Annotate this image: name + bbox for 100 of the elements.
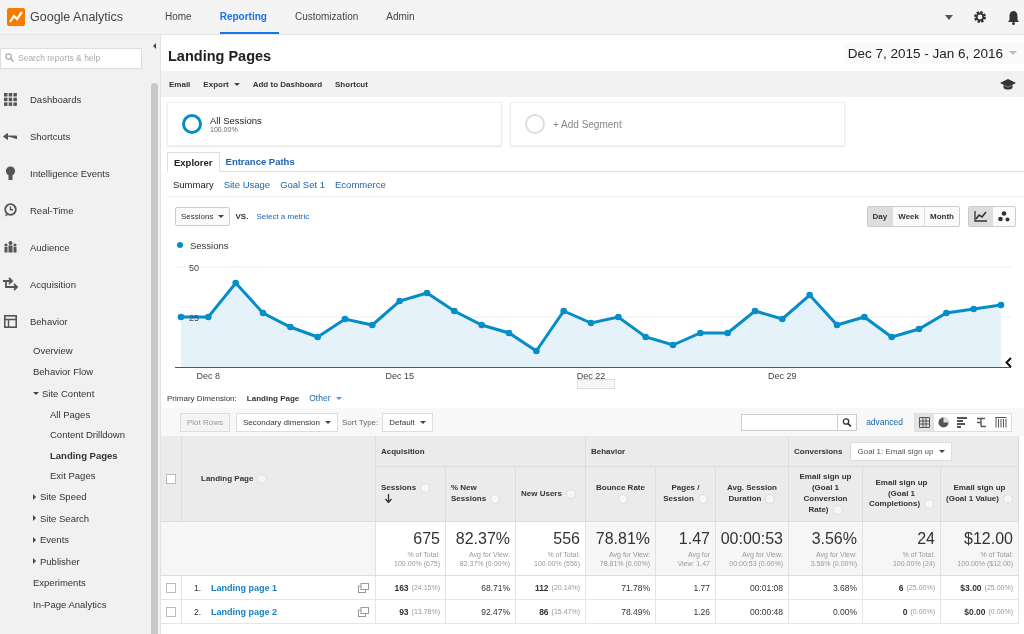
sort-arrow-icon[interactable]: [385, 494, 392, 504]
sidebar-item[interactable]: Content Drilldown: [0, 424, 150, 445]
sidebar-item[interactable]: Behavior Flow: [0, 361, 150, 383]
sidebar-item[interactable]: Audience: [0, 228, 150, 266]
data-point[interactable]: [478, 321, 485, 329]
search-icon[interactable]: [838, 413, 858, 431]
nav-tab[interactable]: Admin: [386, 0, 427, 34]
sidebar-item[interactable]: All Pages: [0, 404, 150, 425]
notifications-icon[interactable]: [1007, 9, 1020, 25]
sidebar-item[interactable]: Intelligence Events: [0, 154, 150, 192]
data-point[interactable]: [205, 313, 212, 321]
popout-icon[interactable]: [358, 606, 369, 617]
data-point[interactable]: [779, 315, 786, 323]
column-header[interactable]: Email sign up (Goal 1 Conversion Rate): [789, 467, 863, 522]
landing-page-link[interactable]: Landing page 1: [211, 582, 278, 593]
data-point[interactable]: [997, 301, 1005, 309]
landing-page-link[interactable]: Landing page 2: [211, 606, 278, 617]
column-header[interactable]: Bounce Rate: [586, 467, 656, 522]
sidebar-item[interactable]: Exit Pages: [0, 465, 150, 486]
segment-card[interactable]: + Add Segment: [510, 102, 845, 146]
data-point[interactable]: [669, 341, 677, 349]
sidebar-item[interactable]: Site Content: [0, 382, 150, 404]
metric-dropdown[interactable]: Sessions: [175, 206, 231, 226]
nav-tab[interactable]: Customization: [294, 0, 371, 34]
sort-type-dropdown[interactable]: Default: [382, 412, 433, 432]
account-caret-icon[interactable]: [945, 14, 953, 20]
sidebar-item[interactable]: Landing Pages: [0, 445, 150, 466]
advanced-link[interactable]: advanced: [866, 417, 903, 427]
collapse-icon[interactable]: [153, 43, 156, 49]
toolbar-action[interactable]: Email: [169, 79, 191, 89]
column-header[interactable]: Email sign up (Goal 1 Completions): [863, 467, 941, 522]
toolbar-action[interactable]: Export: [203, 79, 240, 89]
data-point[interactable]: [943, 309, 950, 317]
data-point[interactable]: [915, 325, 923, 333]
column-header[interactable]: % New Sessions: [446, 467, 516, 522]
data-point[interactable]: [314, 333, 321, 341]
data-point[interactable]: [396, 297, 403, 305]
sidebar-item[interactable]: Real-Time: [0, 191, 150, 229]
table-search-field[interactable]: [741, 413, 839, 431]
data-point[interactable]: [751, 307, 759, 315]
sidebar-item[interactable]: Shortcuts: [0, 117, 150, 155]
data-point[interactable]: [861, 313, 868, 321]
line-chart-button[interactable]: [969, 206, 993, 226]
column-header[interactable]: Email sign up (Goal 1 Value): [941, 467, 1019, 522]
goal-dropdown[interactable]: Goal 1: Email sign up: [850, 441, 952, 461]
explorer-tab[interactable]: Explorer: [167, 152, 220, 172]
data-point[interactable]: [888, 333, 895, 341]
period-button[interactable]: Week: [893, 206, 925, 226]
subtab[interactable]: Ecommerce: [335, 178, 386, 190]
row-checkbox[interactable]: [166, 606, 176, 617]
sidebar-item[interactable]: Dashboards: [0, 80, 150, 118]
data-point[interactable]: [287, 323, 294, 331]
data-point[interactable]: [232, 279, 239, 287]
pie-view-button[interactable]: [934, 413, 953, 431]
column-header[interactable]: Pages / Session: [656, 467, 716, 522]
secondary-dimension-dropdown[interactable]: Secondary dimension: [236, 412, 338, 432]
other-dimension-link[interactable]: Other: [309, 393, 342, 403]
data-point[interactable]: [615, 313, 622, 321]
settings-icon[interactable]: [973, 10, 987, 24]
column-header[interactable]: Avg. Session Duration: [716, 467, 789, 522]
subtab[interactable]: Goal Set 1: [280, 178, 326, 190]
select-all-checkbox[interactable]: [166, 474, 176, 484]
sidebar-item[interactable]: Overview: [0, 339, 150, 361]
column-header[interactable]: Sessions: [376, 467, 446, 522]
data-point[interactable]: [560, 307, 567, 315]
scrollbar[interactable]: [151, 83, 158, 634]
data-point[interactable]: [642, 333, 649, 341]
subtab[interactable]: Summary: [173, 178, 214, 190]
search-field[interactable]: Search reports & help: [0, 47, 142, 69]
subtab[interactable]: Site Usage: [223, 178, 271, 190]
data-point[interactable]: [833, 321, 841, 329]
sidebar-item[interactable]: Events: [0, 529, 150, 551]
column-header[interactable]: Landing Page: [182, 436, 376, 522]
sidebar-item[interactable]: Behavior: [0, 302, 150, 340]
table-view-button[interactable]: [915, 413, 934, 431]
data-point[interactable]: [259, 309, 267, 317]
sidebar-item[interactable]: Site Speed: [0, 486, 150, 508]
period-button[interactable]: Month: [925, 206, 959, 226]
sidebar-item[interactable]: Experiments: [0, 572, 150, 594]
data-point[interactable]: [970, 305, 977, 313]
chart-resize-handle[interactable]: [577, 379, 615, 389]
popout-icon[interactable]: [358, 582, 369, 593]
motion-chart-button[interactable]: [993, 206, 1015, 226]
toolbar-action[interactable]: Add to Dashboard: [252, 79, 323, 89]
toolbar-action[interactable]: Shortcut: [335, 79, 368, 89]
pivot-view-button[interactable]: [991, 413, 1011, 431]
date-range-picker[interactable]: Dec 7, 2015 - Jan 6, 2016: [843, 42, 1024, 64]
data-point[interactable]: [177, 313, 185, 321]
data-point[interactable]: [423, 289, 431, 297]
data-point[interactable]: [697, 329, 704, 337]
graduation-cap-icon[interactable]: [1000, 78, 1016, 90]
explorer-tab[interactable]: Entrance Paths: [219, 152, 301, 171]
chevron-left-icon[interactable]: [1005, 357, 1012, 368]
data-point[interactable]: [806, 291, 813, 299]
data-point[interactable]: [451, 307, 458, 315]
data-point[interactable]: [369, 321, 376, 329]
data-point[interactable]: [341, 315, 349, 323]
sidebar-item[interactable]: In-Page Analytics: [0, 593, 150, 615]
sidebar-item[interactable]: Acquisition: [0, 265, 150, 303]
period-button[interactable]: Day: [867, 206, 894, 226]
